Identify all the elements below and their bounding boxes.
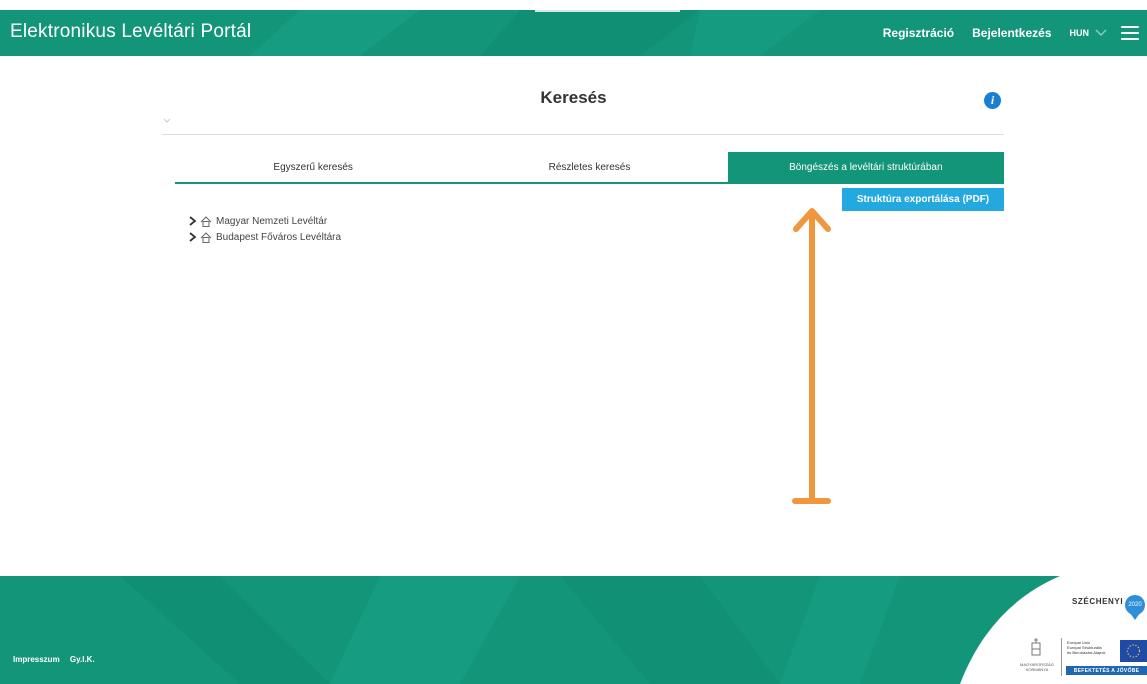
tab-browse-structure[interactable]: Böngészés a levéltári struktúrában bbox=[727, 152, 1004, 182]
faq-link[interactable]: Gy.I.K. bbox=[70, 655, 95, 664]
government-label: MAGYARORSZÁG KORMÁNYA bbox=[1020, 662, 1054, 672]
tree-item[interactable]: Magyar Nemzeti Levéltár bbox=[188, 213, 341, 229]
divider bbox=[162, 134, 1004, 135]
collapse-chevron-icon[interactable] bbox=[163, 118, 171, 124]
szechenyi-2020-badge: 2020 bbox=[1125, 595, 1145, 615]
page-title: Keresés bbox=[540, 88, 607, 107]
eu-funds-text: Európai Unió Európai Strukturális és Ber… bbox=[1067, 640, 1105, 655]
eu-slogan-bar: BEFEKTETÉS A JÖVŐBE bbox=[1066, 666, 1147, 675]
portal-brand[interactable]: Elektronikus Levéltári Portál bbox=[10, 21, 251, 43]
tab-detailed-search[interactable]: Részletes keresés bbox=[451, 152, 727, 182]
map-pin-icon bbox=[1130, 613, 1140, 620]
search-tabs: Egyszerű keresés Részletes keresés Böngé… bbox=[175, 152, 1004, 184]
footer-background-pattern bbox=[120, 576, 1147, 684]
language-label: HUN bbox=[1069, 28, 1090, 38]
home-icon bbox=[200, 215, 212, 227]
tree-item-label: Magyar Nemzeti Levéltár bbox=[216, 215, 328, 227]
top-header: Elektronikus Levéltári Portál Regisztrác… bbox=[0, 10, 1147, 56]
export-structure-pdf-button[interactable]: Struktúra exportálása (PDF) bbox=[842, 188, 1004, 211]
expand-arrow-icon[interactable] bbox=[188, 232, 197, 242]
info-icon[interactable]: i bbox=[984, 92, 1001, 109]
language-select[interactable]: HUN bbox=[1070, 28, 1108, 38]
eu-text-line: és Beruházási Alapok bbox=[1067, 650, 1106, 655]
tab-simple-search[interactable]: Egyszerű keresés bbox=[175, 152, 451, 182]
expand-arrow-icon[interactable] bbox=[188, 216, 197, 226]
chevron-down-icon bbox=[1095, 29, 1107, 37]
home-icon bbox=[200, 231, 212, 243]
hungarian-crest-icon bbox=[1031, 638, 1041, 656]
szechenyi-logo-text: SZÉCHENYI bbox=[1072, 597, 1124, 606]
archive-tree: Magyar Nemzeti Levéltár Budapest Főváros… bbox=[188, 213, 341, 245]
login-link[interactable]: Bejelentkezés bbox=[972, 26, 1051, 40]
impresszum-link[interactable]: Impresszum bbox=[13, 655, 60, 664]
logo-divider bbox=[1061, 638, 1062, 676]
annotation-arrow-icon bbox=[792, 208, 831, 504]
header-nav: Regisztráció Bejelentkezés HUN bbox=[883, 10, 1147, 56]
footer-links: Impresszum Gy.I.K. bbox=[13, 655, 103, 664]
tree-item[interactable]: Budapest Főváros Levéltára bbox=[188, 229, 341, 245]
tree-item-label: Budapest Főváros Levéltára bbox=[216, 231, 342, 243]
eu-flag-icon bbox=[1120, 640, 1147, 662]
footer: Impresszum Gy.I.K. bbox=[0, 576, 1147, 684]
hamburger-menu-icon[interactable] bbox=[1121, 26, 1139, 40]
register-link[interactable]: Regisztráció bbox=[883, 26, 954, 40]
